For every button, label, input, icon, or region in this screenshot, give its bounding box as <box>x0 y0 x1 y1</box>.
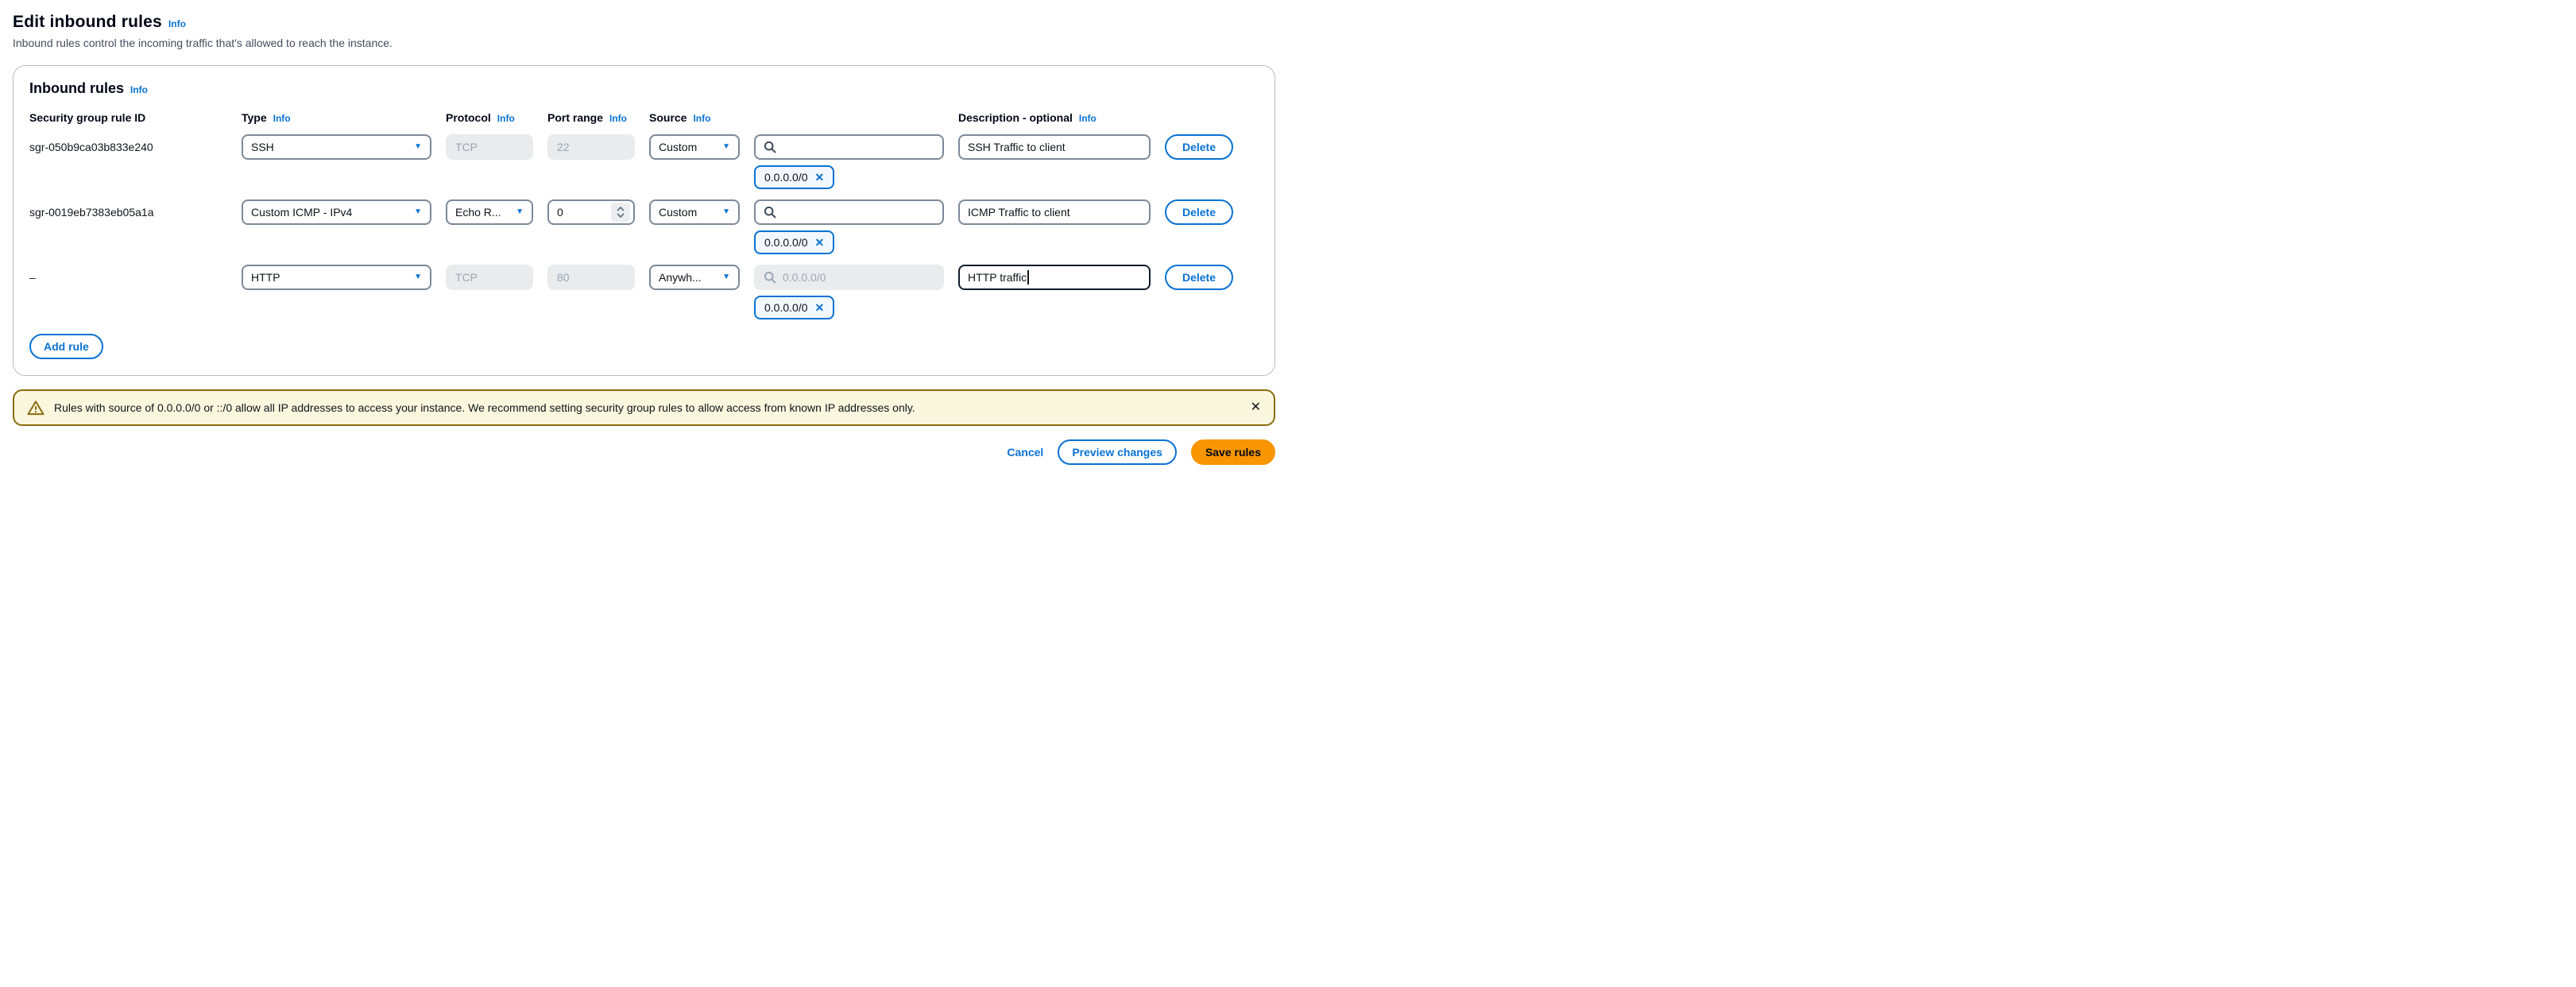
header-port-range: Port range <box>547 111 603 124</box>
caret-down-icon: ▼ <box>414 273 422 281</box>
number-stepper[interactable] <box>611 203 630 222</box>
header-rule-id: Security group rule ID <box>29 111 145 124</box>
source-chip[interactable]: 0.0.0.0/0 ✕ <box>754 165 834 189</box>
warning-message: Rules with source of 0.0.0.0/0 or ::/0 a… <box>54 401 915 414</box>
type-select[interactable]: HTTP▼ <box>242 265 431 290</box>
caret-down-icon: ▼ <box>722 208 730 216</box>
page-title-info-link[interactable]: Info <box>168 18 186 29</box>
description-input[interactable]: ICMP Traffic to client <box>958 199 1151 225</box>
caret-down-icon: ▼ <box>516 208 524 216</box>
rule-row-ssh: sgr-050b9ca03b833e240 SSH▼ TCP 22 Custom… <box>29 134 1259 189</box>
source-chip[interactable]: 0.0.0.0/0 ✕ <box>754 296 834 319</box>
page-subtitle: Inbound rules control the incoming traff… <box>13 37 1275 49</box>
type-select[interactable]: SSH▼ <box>242 134 431 160</box>
protocol-field: TCP <box>446 134 533 160</box>
rule-row-icmp: sgr-0019eb7383eb05a1a Custom ICMP - IPv4… <box>29 199 1259 254</box>
port-range-field: 22 <box>547 134 635 160</box>
description-info-link[interactable]: Info <box>1079 113 1097 124</box>
protocol-select[interactable]: Echo R...▼ <box>446 199 533 225</box>
panel-title-info-link[interactable]: Info <box>130 84 148 95</box>
source-search-input-disabled: 0.0.0.0/0 <box>754 265 944 290</box>
cancel-button[interactable]: Cancel <box>1007 446 1043 459</box>
rule-row-http: – HTTP▼ TCP 80 Anywh...▼ 0.0.0.0/0 HTTP … <box>29 265 1259 319</box>
save-rules-button[interactable]: Save rules <box>1191 439 1275 465</box>
protocol-field: TCP <box>446 265 533 290</box>
header-type: Type <box>242 111 267 124</box>
footer-actions: Cancel Preview changes Save rules <box>13 439 1275 465</box>
header-description: Description - optional <box>958 111 1073 124</box>
page-title: Edit inbound rules <box>13 13 162 32</box>
delete-button[interactable]: Delete <box>1165 265 1233 290</box>
search-icon <box>764 271 776 284</box>
caret-down-icon: ▼ <box>722 143 730 151</box>
preview-changes-button[interactable]: Preview changes <box>1058 439 1177 465</box>
rule-id-text: – <box>29 271 227 284</box>
chip-remove-icon[interactable]: ✕ <box>815 171 825 184</box>
port-range-field: 80 <box>547 265 635 290</box>
chip-remove-icon[interactable]: ✕ <box>815 236 825 250</box>
chip-remove-icon[interactable]: ✕ <box>815 301 825 315</box>
type-select[interactable]: Custom ICMP - IPv4▼ <box>242 199 431 225</box>
banner-close-icon[interactable]: ✕ <box>1251 401 1261 414</box>
rule-id-text: sgr-0019eb7383eb05a1a <box>29 206 227 219</box>
source-search-input[interactable] <box>754 199 944 225</box>
source-type-select[interactable]: Anywh...▼ <box>649 265 740 290</box>
caret-down-icon: ▼ <box>414 143 422 151</box>
add-rule-button[interactable]: Add rule <box>29 334 103 359</box>
source-chip[interactable]: 0.0.0.0/0 ✕ <box>754 230 834 254</box>
text-caret <box>1027 270 1029 284</box>
search-icon <box>764 206 776 219</box>
port-range-info-link[interactable]: Info <box>609 113 627 124</box>
port-number-input[interactable]: 0 <box>547 199 635 225</box>
type-info-link[interactable]: Info <box>273 113 291 124</box>
description-input[interactable]: SSH Traffic to client <box>958 134 1151 160</box>
source-type-select[interactable]: Custom▼ <box>649 134 740 160</box>
rule-id-text: sgr-050b9ca03b833e240 <box>29 141 227 153</box>
source-info-link[interactable]: Info <box>693 113 710 124</box>
warning-triangle-icon <box>27 400 44 416</box>
source-type-select[interactable]: Custom▼ <box>649 199 740 225</box>
inbound-rules-panel: Inbound rules Info Security group rule I… <box>13 65 1275 376</box>
delete-button[interactable]: Delete <box>1165 134 1233 160</box>
description-input-focused[interactable]: HTTP traffic <box>958 265 1151 290</box>
caret-down-icon: ▼ <box>722 273 730 281</box>
chevron-down-icon <box>617 213 625 218</box>
page-header: Edit inbound rules Info <box>13 13 1275 32</box>
warning-banner: Rules with source of 0.0.0.0/0 or ::/0 a… <box>13 389 1275 426</box>
header-protocol: Protocol <box>446 111 491 124</box>
caret-down-icon: ▼ <box>414 208 422 216</box>
panel-title: Inbound rules <box>29 80 124 97</box>
chevron-up-icon <box>617 207 625 211</box>
header-source: Source <box>649 111 687 124</box>
column-headers: Security group rule ID Type Info Protocol… <box>29 111 1259 124</box>
delete-button[interactable]: Delete <box>1165 199 1233 225</box>
protocol-info-link[interactable]: Info <box>497 113 515 124</box>
search-icon <box>764 141 776 153</box>
source-search-input[interactable] <box>754 134 944 160</box>
